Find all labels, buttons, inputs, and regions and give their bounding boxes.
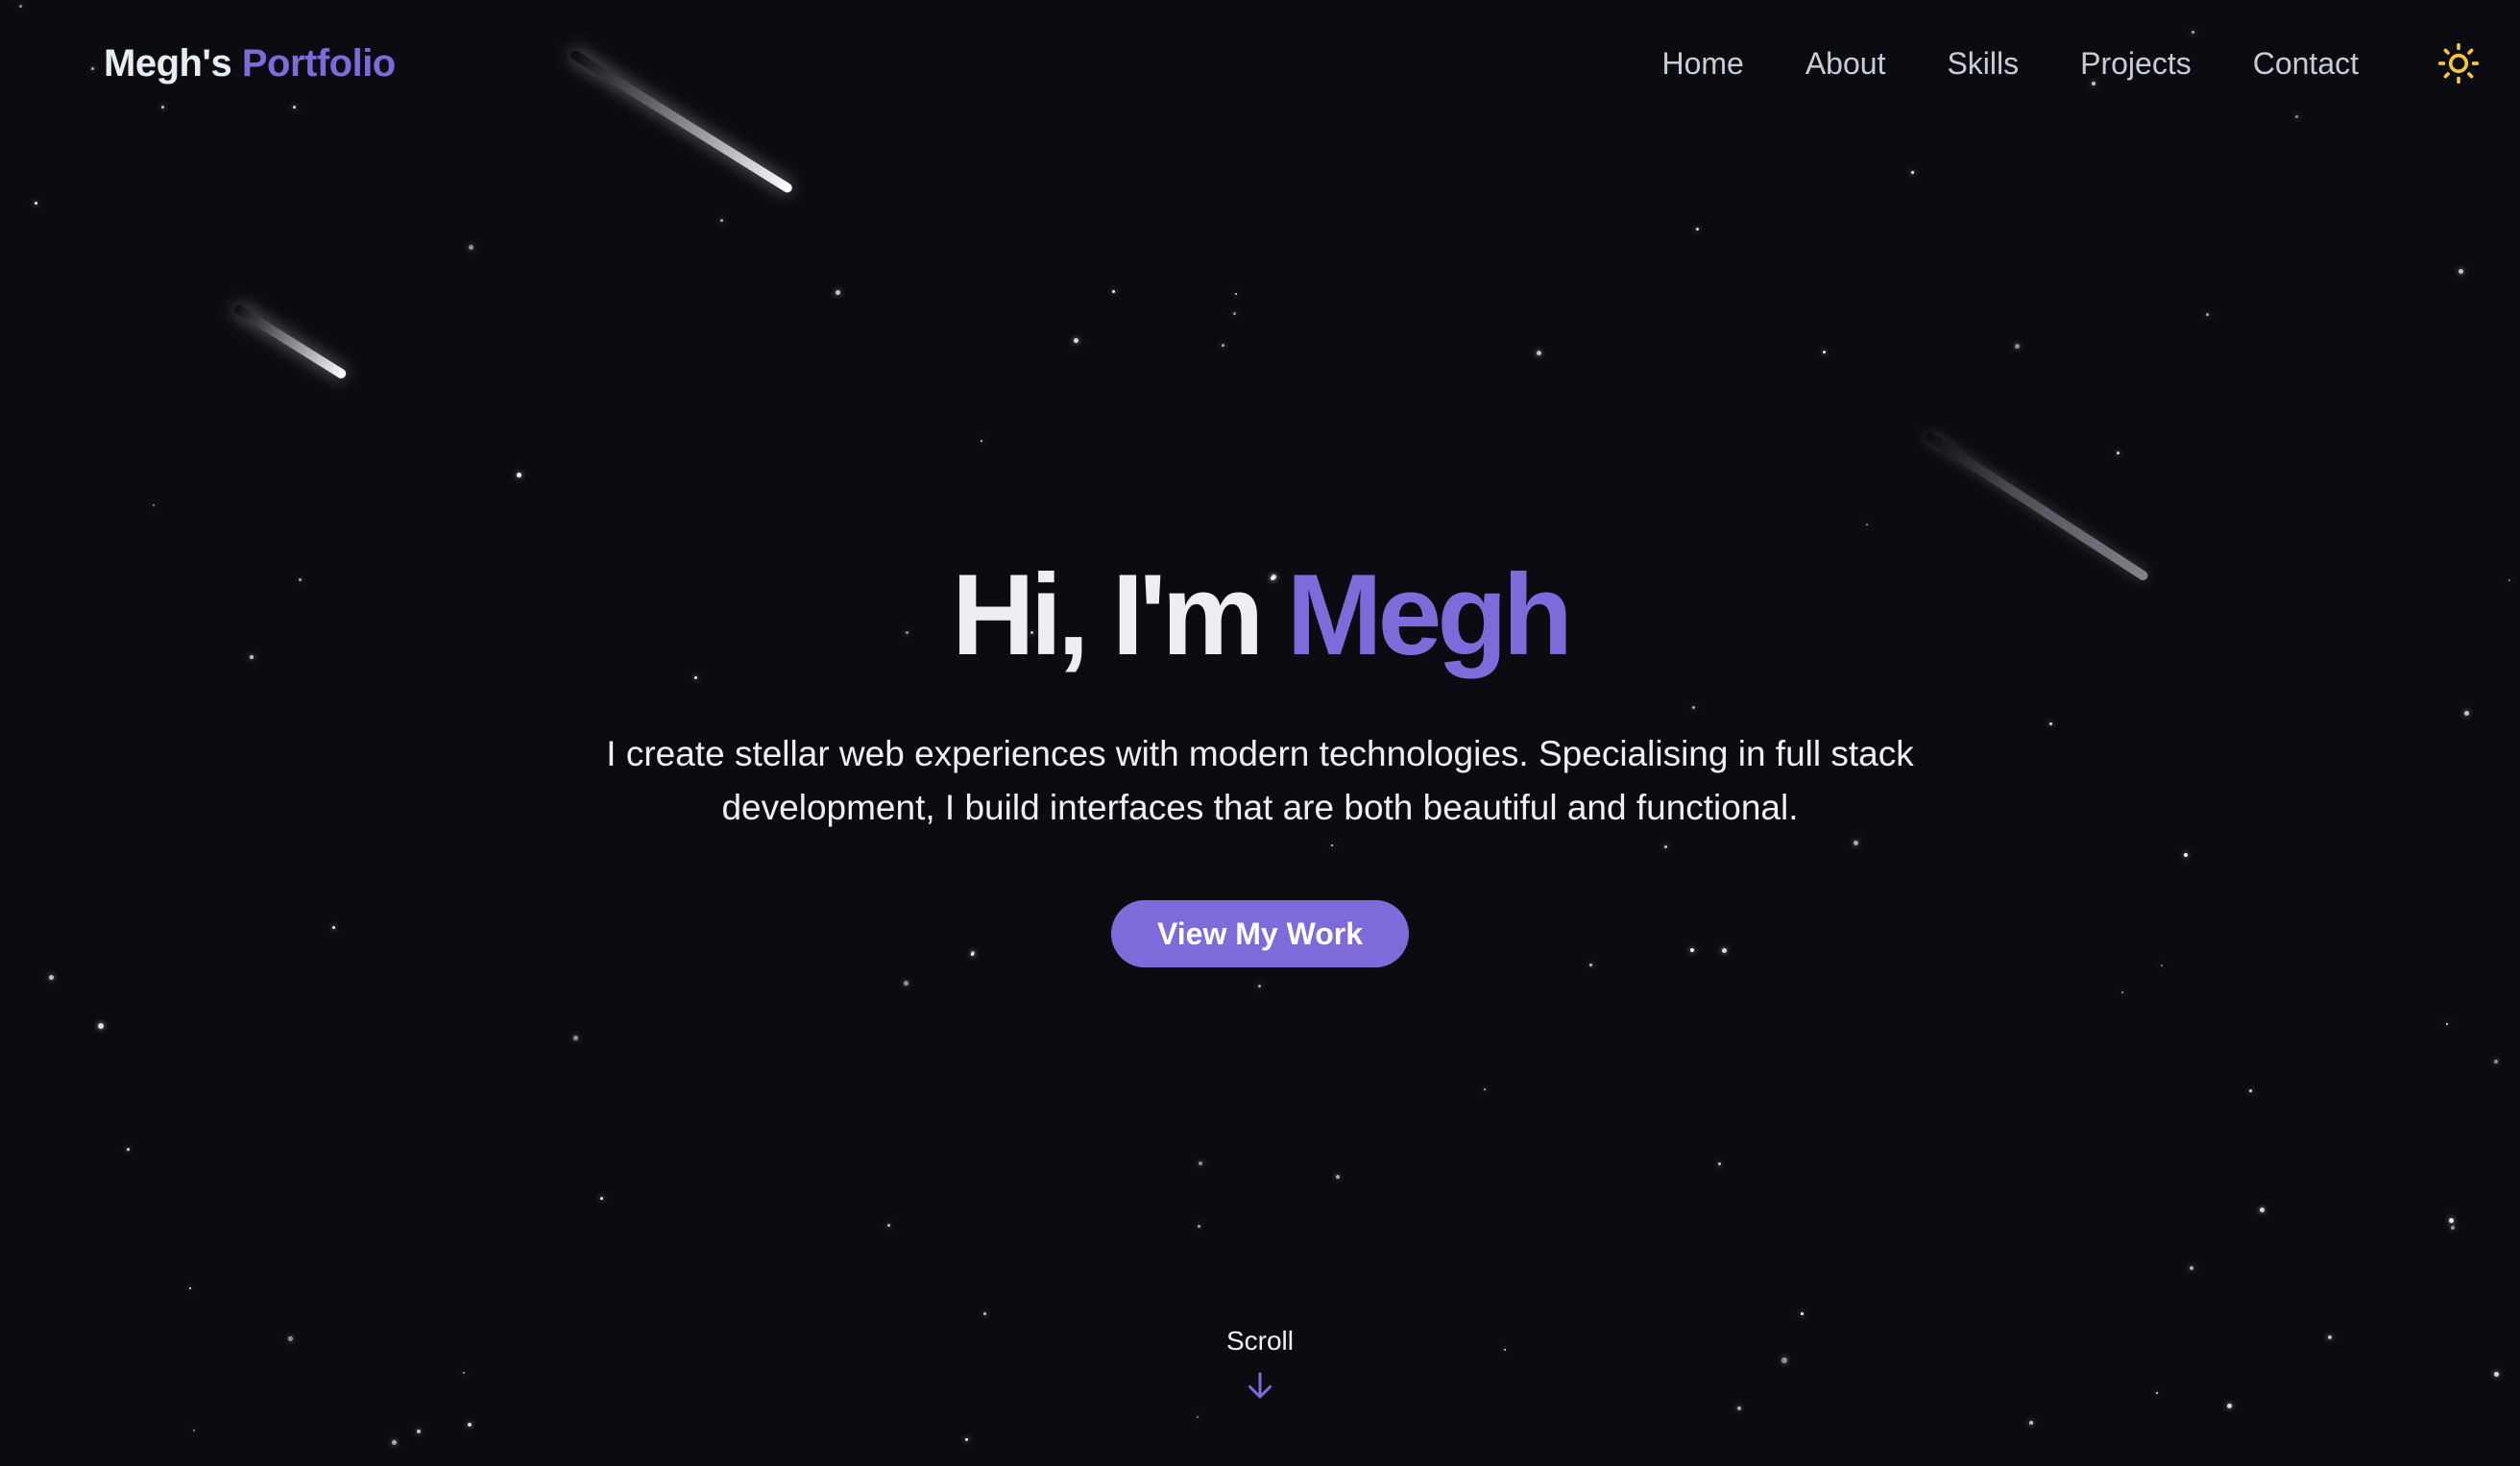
- star: [1866, 524, 1868, 525]
- star: [469, 245, 473, 250]
- logo-name: Megh's: [104, 41, 232, 85]
- star: [887, 1224, 890, 1227]
- page: Megh's Portfolio Home About Skills Proje…: [0, 0, 2520, 1466]
- star: [35, 202, 37, 205]
- star: [1484, 1088, 1486, 1090]
- star: [2451, 1226, 2455, 1230]
- star: [1233, 312, 1236, 315]
- star: [1737, 1406, 1741, 1410]
- star: [1781, 1357, 1787, 1363]
- star: [2121, 991, 2123, 993]
- star: [1537, 351, 1541, 355]
- star: [2328, 1335, 2332, 1339]
- star: [2249, 1089, 2252, 1092]
- star: [463, 1372, 465, 1374]
- star: [2260, 1208, 2265, 1212]
- star: [127, 1148, 130, 1151]
- hero-section: Hi, I'm Megh I create stellar web experi…: [0, 543, 2520, 967]
- star: [965, 1438, 968, 1441]
- hero-title-prefix: Hi, I'm: [952, 550, 1264, 679]
- star: [573, 1036, 578, 1040]
- star: [1112, 290, 1115, 293]
- star: [1199, 1161, 1202, 1165]
- star: [904, 981, 909, 986]
- star: [1074, 338, 1078, 343]
- view-my-work-button[interactable]: View My Work: [1111, 900, 1409, 967]
- logo-accent: Portfolio: [241, 41, 396, 85]
- nav-skills[interactable]: Skills: [1947, 46, 2019, 82]
- arrow-down-icon: [1248, 1372, 1272, 1399]
- star: [49, 975, 54, 980]
- star: [2494, 1060, 2498, 1063]
- star: [2446, 1023, 2448, 1025]
- star: [1504, 1349, 1506, 1351]
- star: [288, 1336, 293, 1341]
- shooting-star: [232, 303, 349, 380]
- star: [1235, 293, 1237, 295]
- hero-subtitle: I create stellar web experiences with mo…: [606, 734, 1914, 827]
- star: [2117, 452, 2120, 454]
- star: [392, 1440, 397, 1445]
- star: [2190, 1266, 2193, 1270]
- star: [1823, 351, 1826, 354]
- main-nav: Home About Skills Projects Contact: [1600, 40, 2482, 86]
- star: [836, 290, 840, 295]
- hero-title: Hi, I'm Megh: [0, 543, 2520, 687]
- star: [1336, 1175, 1340, 1179]
- star: [417, 1429, 421, 1433]
- scroll-label: Scroll: [1225, 1326, 1294, 1356]
- star: [1801, 1312, 1804, 1315]
- star: [1198, 1225, 1200, 1228]
- nav-about[interactable]: About: [1805, 46, 1886, 82]
- hero-title-name: Megh: [1286, 550, 1573, 679]
- star: [2227, 1404, 2232, 1408]
- star: [2206, 313, 2209, 316]
- sun-icon: [2437, 42, 2480, 85]
- nav-projects[interactable]: Projects: [2080, 46, 2192, 82]
- star: [2459, 269, 2463, 274]
- star: [189, 1287, 191, 1289]
- site-header: Megh's Portfolio Home About Skills Proje…: [0, 0, 2520, 127]
- star: [1911, 171, 1914, 174]
- star: [468, 1423, 472, 1427]
- star: [720, 219, 723, 222]
- star: [517, 473, 521, 477]
- star: [2449, 1218, 2454, 1223]
- star: [1718, 1162, 1721, 1165]
- star: [2029, 1421, 2033, 1425]
- nav-home[interactable]: Home: [1661, 46, 1743, 82]
- star: [193, 1429, 195, 1431]
- star: [98, 1023, 104, 1029]
- star: [1222, 344, 1224, 347]
- site-logo[interactable]: Megh's Portfolio: [104, 42, 396, 86]
- star: [1197, 1416, 1199, 1418]
- scroll-indicator[interactable]: Scroll: [1174, 1326, 1346, 1403]
- star: [2015, 344, 2020, 349]
- star: [1258, 985, 1261, 988]
- star: [600, 1197, 603, 1200]
- star: [981, 440, 982, 442]
- star: [983, 1312, 986, 1315]
- star: [2156, 1392, 2158, 1394]
- star: [153, 504, 155, 506]
- star: [2494, 1372, 2499, 1377]
- star: [1696, 228, 1699, 231]
- nav-contact[interactable]: Contact: [2253, 46, 2359, 82]
- theme-toggle-button[interactable]: [2435, 40, 2482, 86]
